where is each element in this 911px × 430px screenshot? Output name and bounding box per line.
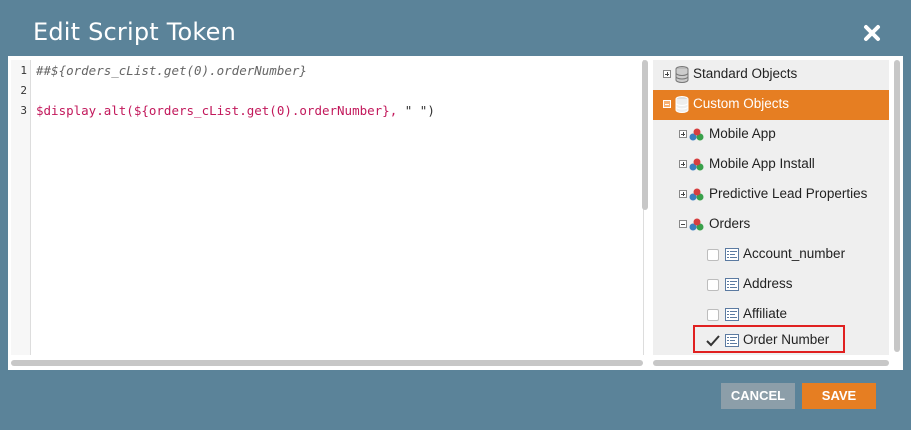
tree-field-account-number[interactable]: Account_number	[653, 240, 889, 270]
field-icon	[725, 308, 739, 321]
tree-item-label: Orders	[709, 216, 751, 231]
expand-plus-icon[interactable]	[663, 70, 671, 78]
object-icon	[689, 158, 704, 171]
line-number: 2	[20, 84, 27, 97]
tree-field-label: Affiliate	[743, 306, 788, 321]
modal-title: Edit Script Token	[33, 18, 237, 46]
collapse-minus-icon[interactable]	[679, 220, 687, 228]
tree-field-address[interactable]: Address	[653, 270, 889, 300]
tree-item-orders[interactable]: Orders	[653, 210, 889, 240]
close-icon	[864, 25, 880, 41]
save-button[interactable]: SAVE	[802, 383, 876, 409]
tree-field-label: Account_number	[743, 246, 846, 261]
tree-item-predictive-lead-properties[interactable]: Predictive Lead Properties	[653, 180, 889, 210]
database-icon	[675, 66, 689, 83]
object-icon	[689, 188, 704, 201]
code-line-3-args: " ")	[397, 103, 435, 118]
tree-item-label: Standard Objects	[693, 66, 798, 81]
collapse-minus-icon[interactable]	[663, 100, 671, 108]
field-icon	[725, 248, 739, 261]
tree-item-mobile-app-install[interactable]: Mobile App Install	[653, 150, 889, 180]
tree-vertical-scrollbar[interactable]	[892, 60, 902, 355]
field-icon	[725, 278, 739, 291]
line-number: 3	[20, 104, 27, 117]
line-number-gutter: 1 2 3	[11, 60, 31, 355]
tree-field-label: Address	[743, 276, 793, 291]
tree-item-label: Custom Objects	[693, 96, 790, 111]
tree-item-label: Mobile App Install	[709, 156, 815, 171]
field-checkbox[interactable]	[707, 279, 719, 291]
field-checkbox[interactable]	[707, 249, 719, 261]
token-tree: Standard Objects Custom Objects Mobile A…	[653, 60, 889, 355]
editor-horizontal-scrollbar[interactable]	[11, 358, 643, 368]
code-line-3-expression: $display.alt(${orders_cList.get(0).order…	[36, 103, 398, 118]
modal-body: 1 2 3 ##${orders_cList.get(0).orderNumbe…	[8, 56, 903, 370]
code-line-1: ##${orders_cList.get(0).orderNumber}	[36, 63, 307, 78]
database-icon	[675, 96, 689, 113]
tree-horizontal-scrollbar[interactable]	[653, 358, 889, 368]
expand-plus-icon[interactable]	[679, 130, 687, 138]
editor-vertical-scrollbar[interactable]	[640, 60, 650, 210]
tree-item-standard-objects[interactable]: Standard Objects	[653, 60, 889, 90]
edit-script-token-modal: Edit Script Token 1 2 3 ##${orders_cList…	[0, 0, 911, 430]
tree-item-label: Predictive Lead Properties	[709, 186, 868, 201]
script-editor[interactable]: 1 2 3 ##${orders_cList.get(0).orderNumbe…	[11, 60, 644, 355]
code-line-3: $display.alt(${orders_cList.get(0).order…	[36, 103, 435, 118]
expand-plus-icon[interactable]	[679, 160, 687, 168]
object-icon	[689, 128, 704, 141]
cancel-button[interactable]: CANCEL	[721, 383, 795, 409]
close-button[interactable]	[859, 20, 885, 46]
object-icon	[689, 218, 704, 231]
tree-item-custom-objects[interactable]: Custom Objects	[653, 90, 889, 120]
tree-item-label: Mobile App	[709, 126, 776, 141]
tree-item-mobile-app[interactable]: Mobile App	[653, 120, 889, 150]
modal-header: Edit Script Token	[0, 0, 911, 64]
field-checkbox[interactable]	[707, 309, 719, 321]
selection-highlight-box	[693, 325, 845, 353]
expand-plus-icon[interactable]	[679, 190, 687, 198]
line-number: 1	[20, 64, 27, 77]
